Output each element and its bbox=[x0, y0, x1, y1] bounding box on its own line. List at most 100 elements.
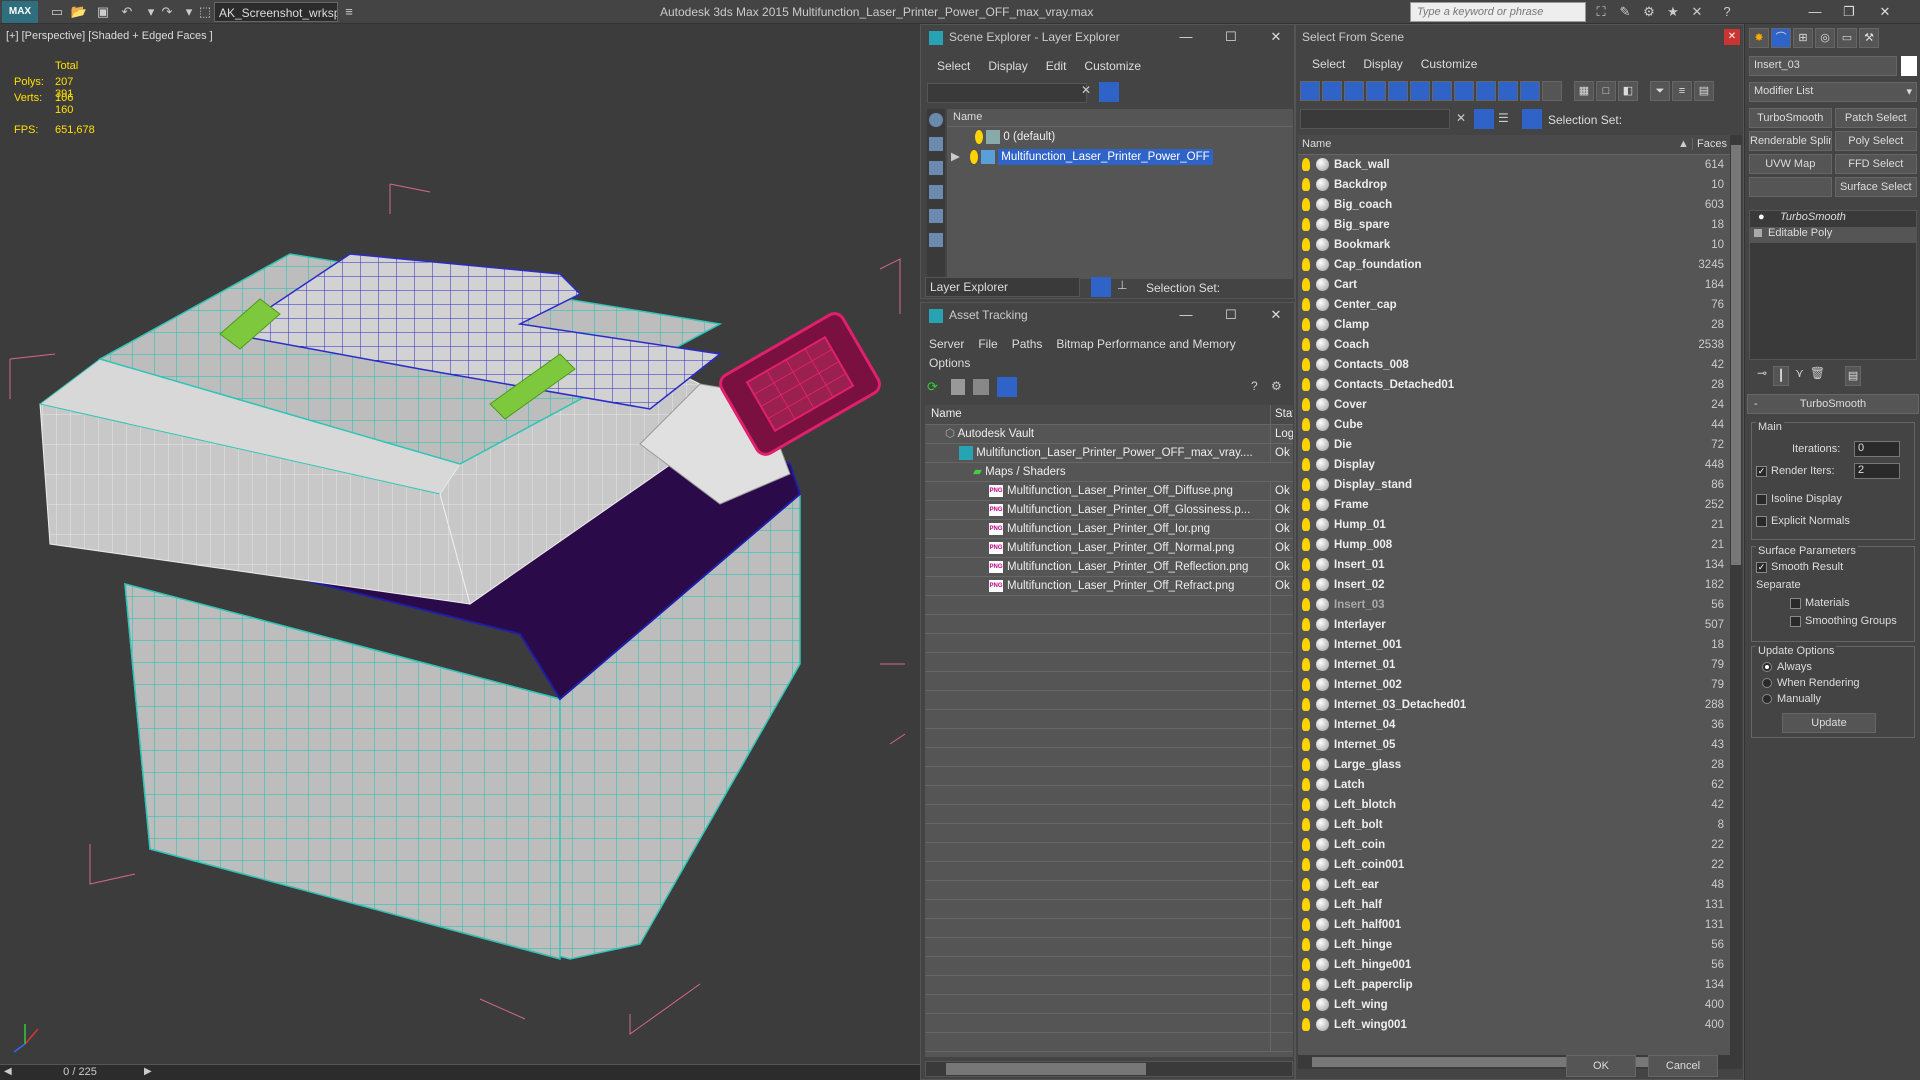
light-bulb-icon[interactable] bbox=[1302, 978, 1310, 991]
display-shapes-icon[interactable] bbox=[1322, 81, 1342, 101]
asset-row-map[interactable]: PNG Multifunction_Laser_Printer_Off_Gloss… bbox=[925, 501, 1293, 520]
light-bulb-icon[interactable] bbox=[1302, 858, 1310, 871]
light-bulb-icon[interactable] bbox=[1302, 358, 1310, 371]
display-tab-icon[interactable]: ▭ bbox=[1837, 28, 1857, 48]
light-bulb-icon[interactable] bbox=[1302, 198, 1310, 211]
object-row[interactable]: Cube 44 bbox=[1298, 415, 1730, 435]
light-bulb-icon[interactable] bbox=[1302, 958, 1310, 971]
sfs-layers-icon[interactable]: ☰ bbox=[1498, 111, 1509, 125]
make-unique-icon[interactable]: ⋎ bbox=[1795, 366, 1804, 388]
sfs-menu-display[interactable]: Display bbox=[1363, 57, 1402, 71]
light-bulb-icon[interactable] bbox=[1302, 418, 1310, 431]
hierarchy-tab-icon[interactable]: ⊞ bbox=[1793, 28, 1813, 48]
display-containers-icon[interactable] bbox=[1498, 81, 1518, 101]
configure-sets-icon[interactable]: ▤ bbox=[1845, 366, 1862, 386]
object-row[interactable]: Insert_01 134 bbox=[1298, 555, 1730, 575]
light-bulb-icon[interactable] bbox=[1302, 718, 1310, 731]
display-cameras-icon[interactable] bbox=[1366, 81, 1386, 101]
object-row[interactable]: Left_ear 48 bbox=[1298, 875, 1730, 895]
subscription-icon[interactable]: ⚙ bbox=[1640, 3, 1658, 21]
light-bulb-icon[interactable] bbox=[1302, 898, 1310, 911]
se-menu-select[interactable]: Select bbox=[937, 59, 970, 73]
when-rendering-radio[interactable] bbox=[1762, 678, 1772, 689]
light-bulb-icon[interactable] bbox=[1302, 538, 1310, 551]
display-groups-icon[interactable] bbox=[1432, 81, 1452, 101]
display-helpers-icon[interactable] bbox=[929, 233, 943, 247]
object-row[interactable]: Big_spare 18 bbox=[1298, 215, 1730, 235]
display-geometry-icon[interactable] bbox=[929, 137, 943, 151]
scene-explorer-search[interactable] bbox=[927, 83, 1087, 103]
light-bulb-icon[interactable] bbox=[1302, 738, 1310, 751]
asset-row-map[interactable]: PNG Multifunction_Laser_Printer_Off_Norma… bbox=[925, 539, 1293, 558]
display-shapes-icon[interactable] bbox=[929, 161, 943, 175]
object-row[interactable]: Left_wing001 400 bbox=[1298, 1015, 1730, 1035]
scrollbar-thumb[interactable] bbox=[1731, 145, 1741, 565]
object-row[interactable]: Left_paperclip 134 bbox=[1298, 975, 1730, 995]
redo-icon[interactable]: ↷ bbox=[158, 3, 176, 21]
light-bulb-icon[interactable] bbox=[1302, 618, 1310, 631]
light-bulb-icon[interactable] bbox=[1302, 178, 1310, 191]
asset-row-map[interactable]: PNG Multifunction_Laser_Printer_Off_Refle… bbox=[925, 558, 1293, 577]
light-bulb-icon[interactable] bbox=[1302, 458, 1310, 471]
object-row[interactable]: Left_bolt 8 bbox=[1298, 815, 1730, 835]
stack-item-turbosmooth[interactable]: ● TurboSmooth bbox=[1750, 211, 1916, 227]
at-menu-server[interactable]: Server bbox=[929, 337, 964, 351]
light-bulb-icon[interactable] bbox=[1302, 578, 1310, 591]
app-logo[interactable]: MAX bbox=[2, 1, 38, 23]
renderable-spline-button[interactable]: Renderable Spline bbox=[1749, 131, 1832, 151]
manually-radio[interactable] bbox=[1762, 694, 1772, 705]
object-row[interactable]: Internet_001 18 bbox=[1298, 635, 1730, 655]
object-name-field[interactable]: Insert_03 bbox=[1749, 56, 1897, 76]
object-row[interactable]: Internet_04 36 bbox=[1298, 715, 1730, 735]
object-color-swatch[interactable] bbox=[1901, 56, 1917, 76]
se-menu-display[interactable]: Display bbox=[988, 59, 1027, 73]
select-invert-icon[interactable]: ◧ bbox=[1618, 81, 1638, 101]
at-col-name[interactable]: Name bbox=[931, 408, 962, 420]
asset-tracking-maximize[interactable]: ☐ bbox=[1216, 305, 1246, 325]
light-bulb-icon[interactable] bbox=[1302, 498, 1310, 511]
list-view-icon[interactable] bbox=[951, 379, 965, 395]
object-row[interactable]: Contacts_008 42 bbox=[1298, 355, 1730, 375]
workspace-menu-icon[interactable]: ≡ bbox=[340, 3, 358, 21]
object-row[interactable]: Left_half 131 bbox=[1298, 895, 1730, 915]
modifier-list-dropdown[interactable]: Modifier List ▾ bbox=[1749, 82, 1917, 102]
object-row[interactable]: Contacts_Detached01 28 bbox=[1298, 375, 1730, 395]
object-row[interactable]: Frame 252 bbox=[1298, 495, 1730, 515]
sort-icon[interactable]: ≡ bbox=[1672, 81, 1692, 101]
object-row[interactable]: Center_cap 76 bbox=[1298, 295, 1730, 315]
sfs-col-faces[interactable]: Faces bbox=[1692, 138, 1727, 150]
favorites-icon[interactable]: ★ bbox=[1664, 3, 1682, 21]
asset-horizontal-scrollbar[interactable] bbox=[925, 1061, 1293, 1077]
light-bulb-icon[interactable] bbox=[1302, 318, 1310, 331]
exchange-icon[interactable]: ✕ bbox=[1688, 3, 1706, 21]
light-bulb-icon[interactable] bbox=[1302, 278, 1310, 291]
asset-tracking-close[interactable]: ✕ bbox=[1261, 305, 1291, 325]
object-row[interactable]: Internet_03_Detached01 288 bbox=[1298, 695, 1730, 715]
light-bulb-icon[interactable] bbox=[1302, 438, 1310, 451]
object-row[interactable]: Bookmark 10 bbox=[1298, 235, 1730, 255]
light-bulb-icon[interactable] bbox=[1302, 558, 1310, 571]
save-file-icon[interactable]: ▣ bbox=[94, 3, 112, 21]
restore-button[interactable]: ❐ bbox=[1834, 2, 1864, 22]
sfs-ok-button[interactable]: OK bbox=[1566, 1055, 1636, 1077]
clear-search-icon[interactable]: ✕ bbox=[1081, 83, 1091, 97]
object-row[interactable]: Left_wing 400 bbox=[1298, 995, 1730, 1015]
object-row[interactable]: Insert_02 182 bbox=[1298, 575, 1730, 595]
light-bulb-icon[interactable] bbox=[1302, 658, 1310, 671]
poly-select-button[interactable]: Poly Select bbox=[1834, 131, 1917, 151]
expand-arrow-icon[interactable]: ▶ bbox=[951, 151, 960, 163]
materials-checkbox[interactable] bbox=[1790, 597, 1801, 609]
filter-icon[interactable] bbox=[1099, 82, 1119, 102]
undo-icon[interactable]: ↶ bbox=[118, 3, 136, 21]
pin-stack-icon[interactable]: ⊸ bbox=[1757, 366, 1767, 388]
time-next-icon[interactable]: ▶ bbox=[144, 1066, 152, 1077]
object-row[interactable]: Large_glass 28 bbox=[1298, 755, 1730, 775]
light-bulb-icon[interactable] bbox=[969, 149, 978, 164]
display-frozen-icon[interactable] bbox=[1520, 81, 1540, 101]
smooth-result-checkbox[interactable]: ✓ bbox=[1756, 561, 1767, 573]
at-menu-paths[interactable]: Paths bbox=[1012, 337, 1043, 351]
turbosmooth-rollout-header[interactable]: - TurboSmooth bbox=[1747, 394, 1919, 414]
columns-icon[interactable]: ▤ bbox=[1694, 81, 1714, 101]
light-bulb-icon[interactable] bbox=[1302, 818, 1310, 831]
at-col-status[interactable]: Stat bbox=[1270, 405, 1293, 424]
